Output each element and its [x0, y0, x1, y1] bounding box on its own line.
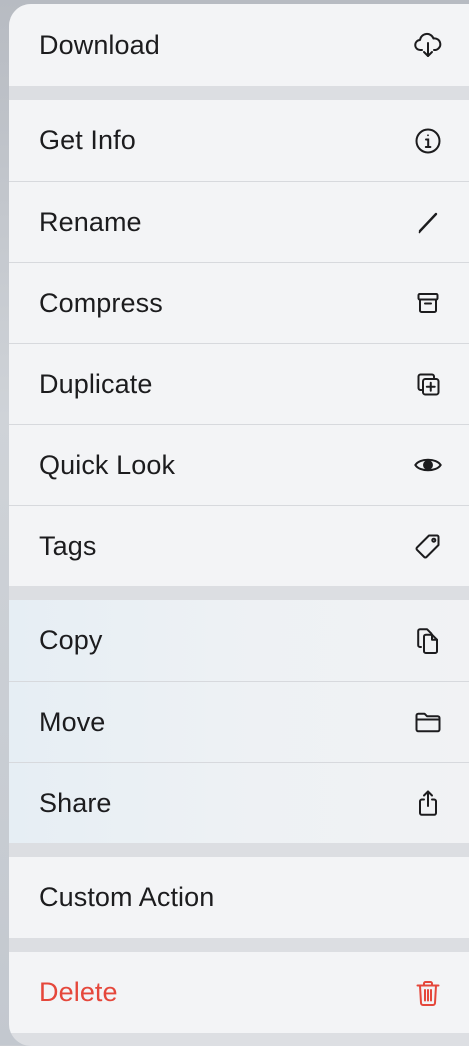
menu-item-duplicate[interactable]: Duplicate [9, 343, 469, 424]
menu-item-quick-look[interactable]: Quick Look [9, 424, 469, 505]
menu-item-label: Rename [39, 206, 142, 237]
menu-item-label: Download [39, 29, 160, 60]
menu-group-separator [9, 586, 469, 600]
menu-group-download: Download [9, 4, 469, 86]
menu-item-custom-action[interactable]: Custom Action [9, 857, 469, 938]
archive-box-icon [413, 288, 443, 318]
menu-group-separator [9, 938, 469, 952]
tag-icon [413, 531, 443, 561]
duplicate-plus-icon [413, 369, 443, 399]
menu-group-separator [9, 86, 469, 100]
copy-documents-icon [413, 626, 443, 656]
menu-item-move[interactable]: Move [9, 681, 469, 762]
eye-icon [413, 450, 443, 480]
menu-item-download[interactable]: Download [9, 4, 469, 86]
menu-item-label: Compress [39, 287, 163, 318]
menu-item-compress[interactable]: Compress [9, 262, 469, 343]
info-circle-icon [413, 126, 443, 156]
trash-icon [413, 978, 443, 1008]
menu-item-label: Share [39, 787, 112, 818]
menu-item-label: Quick Look [39, 449, 176, 480]
menu-item-label: Duplicate [39, 368, 153, 399]
menu-item-rename[interactable]: Rename [9, 181, 469, 262]
menu-group-separator [9, 843, 469, 857]
menu-item-label: Copy [39, 625, 103, 655]
menu-group-custom: Custom Action [9, 857, 469, 938]
menu-item-label: Move [39, 706, 106, 737]
menu-item-label: Tags [39, 530, 97, 561]
menu-group-file-actions: Get Info Rename Compress Duplicate Quick… [9, 100, 469, 586]
share-icon [413, 788, 443, 818]
folder-icon [413, 707, 443, 737]
context-menu: Download Get Info Rename Compress Duplic… [9, 4, 469, 1046]
menu-item-tags[interactable]: Tags [9, 505, 469, 586]
menu-item-label: Delete [39, 977, 118, 1007]
menu-item-label: Custom Action [39, 882, 215, 912]
cloud-download-icon [413, 30, 443, 60]
menu-item-delete[interactable]: Delete [9, 952, 469, 1033]
menu-group-delete: Delete [9, 952, 469, 1033]
menu-item-share[interactable]: Share [9, 762, 469, 843]
pencil-icon [413, 207, 443, 237]
menu-item-get-info[interactable]: Get Info [9, 100, 469, 181]
menu-item-label: Get Info [39, 125, 136, 155]
menu-item-copy[interactable]: Copy [9, 600, 469, 681]
menu-group-transfer: Copy Move Share [9, 600, 469, 843]
